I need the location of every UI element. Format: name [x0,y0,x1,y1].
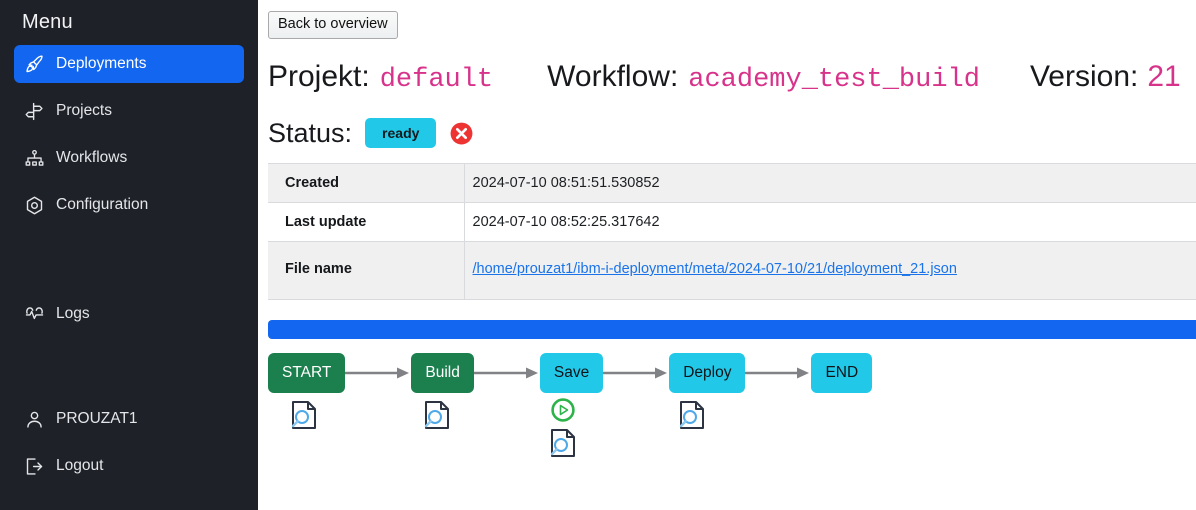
workflow-node-end[interactable]: END [811,353,873,394]
sidebar-item-label: PROUZAT1 [56,410,138,427]
sidebar-item-projects[interactable]: Projects [14,92,244,130]
row-value: 2024-07-10 08:52:25.317642 [472,214,660,231]
sidebar-bottom-nav: Logs PROUZAT1 Logout [0,295,258,494]
status-label: Status: [268,117,353,148]
node-label: Deploy [683,364,732,382]
main-content: Back to overview Projekt: default Workfl… [258,0,1196,510]
sidebar-item-configuration[interactable]: Configuration [14,186,244,224]
doc-search-icon[interactable] [286,397,322,433]
connector-arrow [345,353,411,393]
node-label: END [825,364,859,382]
signpost-icon [24,101,45,122]
workflow-node-build-icons [419,397,455,433]
sidebar-item-label: Configuration [56,196,149,213]
progress-bar [268,320,1196,340]
sidebar-item-workflows[interactable]: Workflows [14,139,244,177]
sidebar-item-label: Projects [56,102,112,119]
row-value: 2024-07-10 08:51:51.530852 [472,175,660,192]
page-title: Projekt: default Workflow: academy_test_… [268,61,1196,94]
file-name-link[interactable]: /home/prouzat1/ibm-i-deployment/meta/202… [473,261,957,277]
doc-search-icon[interactable] [545,425,581,461]
workflow-node-start-icons [286,397,322,433]
doc-search-icon[interactable] [674,397,710,433]
progress-container [268,320,1196,340]
workflow-node-deploy-icons [674,397,710,433]
sidebar-item-logs[interactable]: Logs [14,295,244,333]
hierarchy-icon [24,148,45,169]
version-label: Version: [1029,59,1139,93]
project-value: default [379,64,494,95]
table-row: File name /home/prouzat1/ibm-i-deploymen… [268,241,1196,300]
workflow-node-build[interactable]: Build [411,353,474,394]
sidebar-nav: Deployments Projects Workflows Configura… [0,45,258,224]
sidebar-item-label: Logout [56,457,104,474]
workflow-node-start[interactable]: START [268,353,346,394]
workflow-diagram: START Build Save Deploy END [268,353,1196,483]
row-label: File name [268,241,465,300]
pulse-icon [24,304,45,325]
workflow-node-deploy[interactable]: Deploy [669,353,746,394]
status-badge: ready [365,118,437,149]
sidebar-item-logout[interactable]: Logout [14,447,244,485]
workflow-node-row: START Build Save Deploy END [268,353,1196,394]
error-circle-icon[interactable] [449,121,474,146]
workflow-value: academy_test_build [688,64,980,95]
status-row: Status: ready [268,115,1196,151]
version-value: 21 [1147,59,1181,93]
play-circle-icon[interactable] [550,397,576,423]
sidebar-title: Menu [22,11,73,33]
user-icon [24,409,45,430]
node-label: Build [425,364,460,382]
row-value: /home/prouzat1/ibm-i-deployment/meta/202… [464,242,1196,300]
workflow-label: Workflow: [547,59,679,93]
project-label: Projekt: [268,59,370,93]
rocket-icon [24,54,45,75]
workflow-node-save-icons [545,397,581,461]
deployment-info-table: Created 2024-07-10 08:51:51.530852 Last … [268,163,1196,300]
connector-arrow [603,353,669,393]
node-label: Save [553,364,590,382]
row-label: Created [268,163,465,203]
table-row: Last update 2024-07-10 08:52:25.317642 [268,202,1196,242]
sidebar-item-label: Deployments [56,55,147,72]
workflow-node-save[interactable]: Save [539,353,604,394]
app-root: Menu Deployments Projects Workflows Conf… [0,0,1196,510]
doc-search-icon[interactable] [419,397,455,433]
connector-arrow [473,353,540,393]
sidebar-item-user[interactable]: PROUZAT1 [14,400,244,438]
logout-icon [24,456,45,477]
hexagon-gear-icon [24,195,45,216]
back-to-overview-button[interactable]: Back to overview [268,11,398,39]
sidebar-item-deployments[interactable]: Deployments [14,45,244,83]
row-label: Last update [268,202,465,242]
connector-arrow [745,353,811,393]
table-row: Created 2024-07-10 08:51:51.530852 [268,163,1196,203]
sidebar: Menu Deployments Projects Workflows Conf… [0,0,258,510]
node-label: START [282,364,332,382]
sidebar-item-label: Logs [56,305,90,322]
sidebar-item-label: Workflows [56,149,128,166]
